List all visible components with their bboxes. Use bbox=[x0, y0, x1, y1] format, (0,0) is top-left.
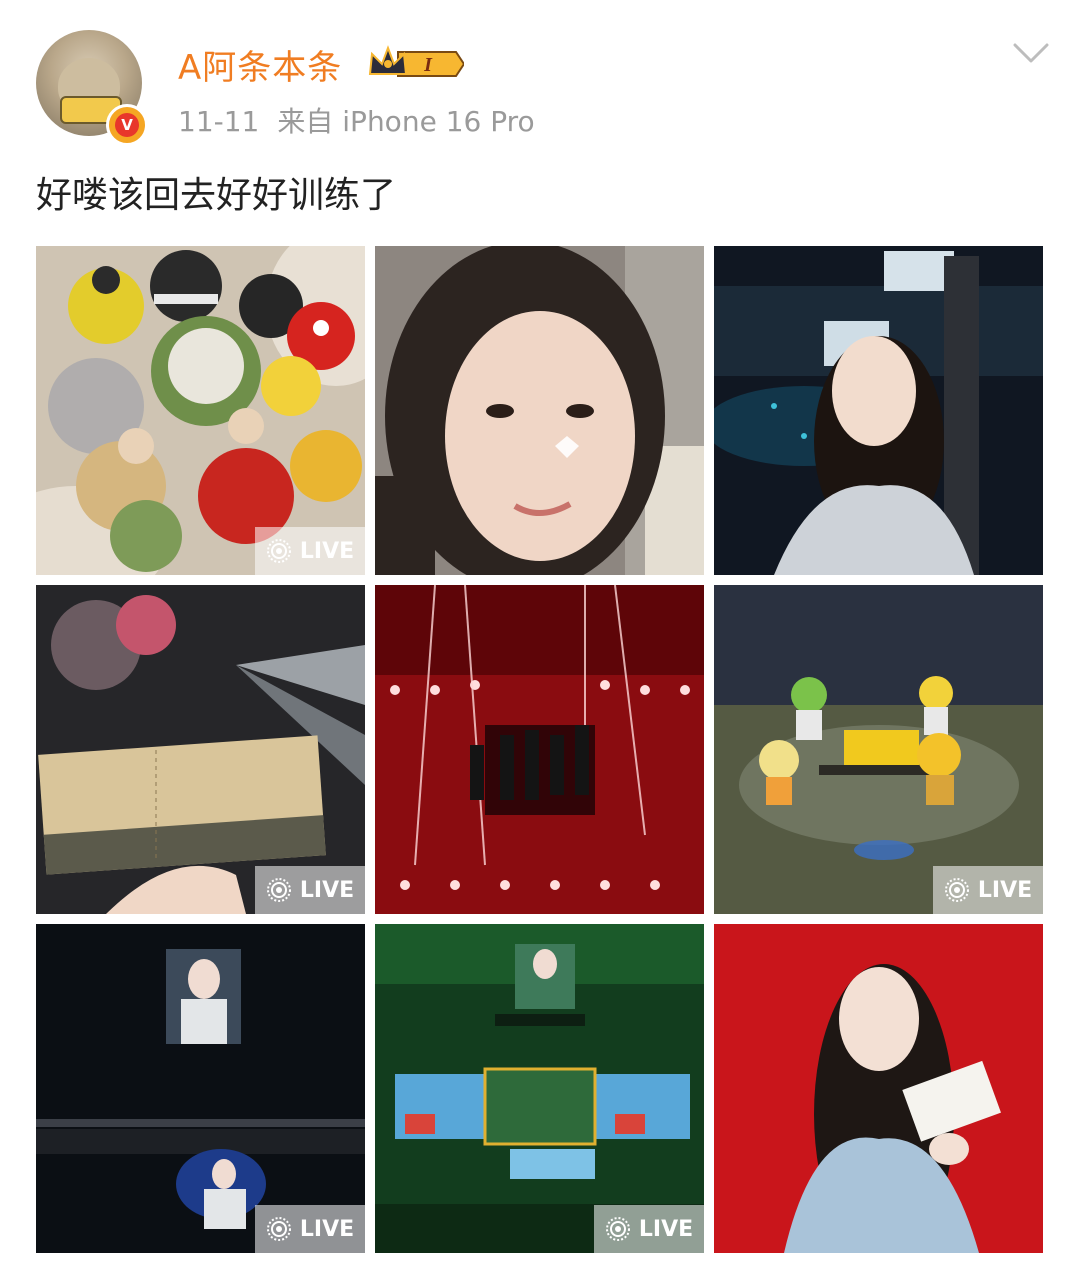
photo-9[interactable] bbox=[714, 924, 1043, 1253]
post-text: 好喽该回去好好训练了 bbox=[36, 175, 397, 216]
photo-3-image bbox=[714, 246, 1043, 575]
photo-4[interactable]: LIVE bbox=[36, 585, 365, 914]
photo-6[interactable]: LIVE bbox=[714, 585, 1043, 914]
live-photo-icon bbox=[944, 878, 969, 902]
live-label: LIVE bbox=[299, 538, 355, 564]
photo-8[interactable]: LIVE bbox=[375, 924, 704, 1253]
live-badge: LIVE bbox=[933, 866, 1043, 914]
post-meta: 11-11 来自 iPhone 16 Pro bbox=[178, 100, 535, 140]
chevron-down-icon[interactable] bbox=[1012, 40, 1050, 66]
photo-5[interactable] bbox=[375, 585, 704, 914]
photo-grid: LIVE LIVE LIVE LIVE LIVE bbox=[36, 246, 1043, 1253]
live-photo-icon bbox=[266, 1217, 291, 1241]
photo-7[interactable]: LIVE bbox=[36, 924, 365, 1253]
live-photo-icon bbox=[266, 539, 291, 563]
username[interactable]: A阿条本条 bbox=[178, 40, 342, 89]
verify-mark: V bbox=[115, 113, 139, 137]
live-badge: LIVE bbox=[594, 1205, 704, 1253]
live-badge: LIVE bbox=[255, 866, 365, 914]
vip-crown-badge-icon[interactable]: I bbox=[368, 44, 464, 84]
live-label: LIVE bbox=[638, 1216, 694, 1242]
post-source[interactable]: 来自 iPhone 16 Pro bbox=[277, 105, 534, 138]
photo-3[interactable] bbox=[714, 246, 1043, 575]
live-label: LIVE bbox=[977, 877, 1033, 903]
live-badge: LIVE bbox=[255, 1205, 365, 1253]
photo-9-image bbox=[714, 924, 1043, 1253]
vip-level: I bbox=[423, 54, 433, 76]
photo-7-image bbox=[36, 924, 365, 1253]
photo-6-image bbox=[714, 585, 1043, 914]
photo-1-image bbox=[36, 246, 365, 575]
live-label: LIVE bbox=[299, 1216, 355, 1242]
live-photo-icon bbox=[605, 1217, 630, 1241]
photo-5-image bbox=[375, 585, 704, 914]
photo-1[interactable]: LIVE bbox=[36, 246, 365, 575]
photo-4-image bbox=[36, 585, 365, 914]
photo-2-image bbox=[375, 246, 704, 575]
photo-2[interactable] bbox=[375, 246, 704, 575]
verified-badge-icon: V bbox=[106, 104, 148, 146]
live-photo-icon bbox=[266, 878, 291, 902]
photo-8-image bbox=[375, 924, 704, 1253]
post-date: 11-11 bbox=[178, 105, 260, 138]
live-label: LIVE bbox=[299, 877, 355, 903]
live-badge: LIVE bbox=[255, 527, 365, 575]
